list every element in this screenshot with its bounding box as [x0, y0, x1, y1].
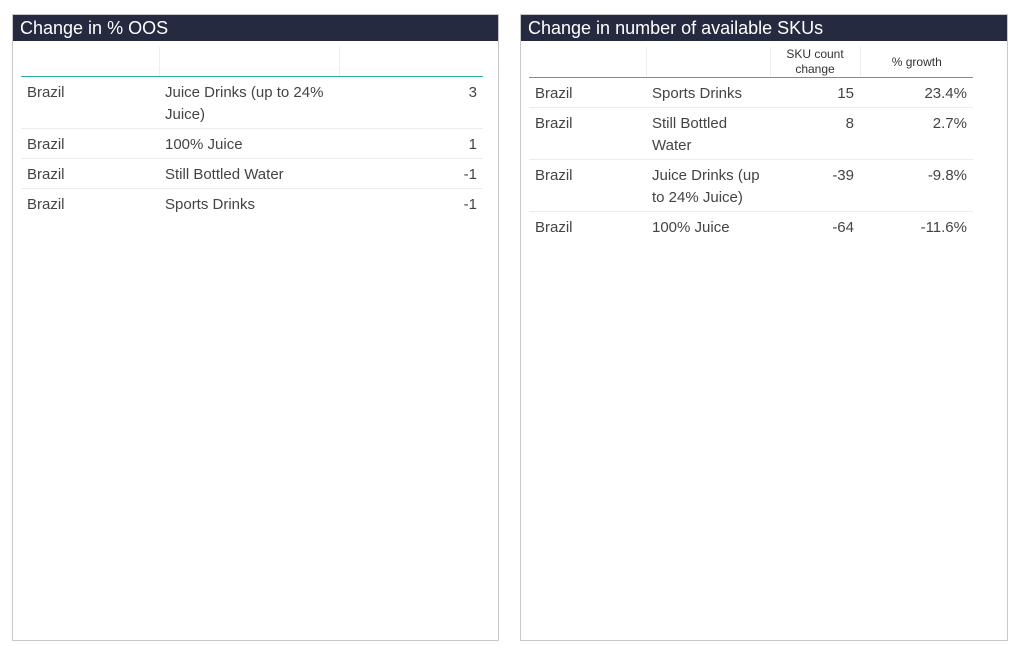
table-row[interactable]: Brazil Still Bottled Water -1: [21, 158, 483, 189]
category-cell: Sports Drinks: [646, 77, 770, 108]
country-cell: Brazil: [21, 128, 159, 159]
growth-cell: -11.6%: [920, 219, 967, 236]
table-header-row: SKU count change % growth: [529, 47, 973, 78]
country-cell: Brazil: [535, 219, 573, 236]
table-row[interactable]: Brazil Still Bottled Water 8 2.7%: [529, 107, 973, 160]
table-row[interactable]: Brazil Sports Drinks 15 23.4%: [529, 77, 973, 108]
country-cell: Brazil: [529, 107, 646, 160]
sku-change-cell: -64: [832, 219, 854, 236]
table-header-row: [21, 47, 483, 77]
category-cell: 100% Juice: [652, 219, 730, 236]
sku-change-title: Change in number of available SKUs: [521, 15, 1007, 41]
oos-change-cell: 3: [339, 76, 483, 129]
table-row[interactable]: Brazil Sports Drinks -1: [21, 188, 483, 218]
oos-change-title: Change in % OOS: [13, 15, 498, 41]
category-cell: Sports Drinks: [165, 195, 256, 213]
category-cell: Juice Drinks (up to 24% Juice): [159, 76, 339, 129]
sku-change-table: SKU count change % growth Brazil Sports …: [529, 47, 973, 241]
growth-cell: 23.4%: [860, 77, 973, 108]
column-header-growth[interactable]: % growth: [860, 47, 973, 78]
oos-change-table: Brazil Juice Drinks (up to 24% Juice) 3 …: [21, 47, 483, 218]
country-cell: Brazil: [21, 76, 159, 129]
table-row[interactable]: Brazil 100% Juice -64 -11.6%: [529, 212, 973, 242]
category-cell: Still Bottled Water: [159, 158, 339, 189]
sku-change-cell: 8: [770, 107, 860, 160]
growth-cell: -9.8%: [860, 159, 973, 212]
column-header-category[interactable]: [646, 47, 771, 78]
table-row[interactable]: Brazil 100% Juice 1: [21, 128, 483, 159]
country-cell: Brazil: [27, 195, 65, 213]
column-header-country[interactable]: [21, 47, 160, 77]
sku-change-cell: -39: [770, 159, 860, 212]
sku-change-cell: 15: [770, 77, 860, 108]
oos-change-cell: -1: [463, 195, 477, 213]
oos-change-cell: -1: [339, 158, 483, 189]
country-cell: Brazil: [529, 159, 646, 212]
category-cell: Still Bottled Water: [646, 107, 770, 160]
growth-cell: 2.7%: [860, 107, 973, 160]
oos-change-cell: 1: [339, 128, 483, 159]
sku-change-panel: Change in number of available SKUs SKU c…: [520, 14, 1008, 641]
oos-change-panel: Change in % OOS Brazil Juice Drinks (up …: [12, 14, 499, 641]
column-header-category[interactable]: [159, 47, 340, 77]
category-cell: 100% Juice: [159, 128, 339, 159]
column-header-sku-count-change[interactable]: SKU count change: [770, 47, 861, 78]
column-header-country[interactable]: [529, 47, 647, 78]
column-header-value[interactable]: [339, 47, 483, 77]
country-cell: Brazil: [21, 158, 159, 189]
country-cell: Brazil: [529, 77, 646, 108]
table-row[interactable]: Brazil Juice Drinks (up to 24% Juice) -3…: [529, 159, 973, 212]
category-cell: Juice Drinks (up to 24% Juice): [646, 159, 770, 212]
table-row[interactable]: Brazil Juice Drinks (up to 24% Juice) 3: [21, 76, 483, 129]
